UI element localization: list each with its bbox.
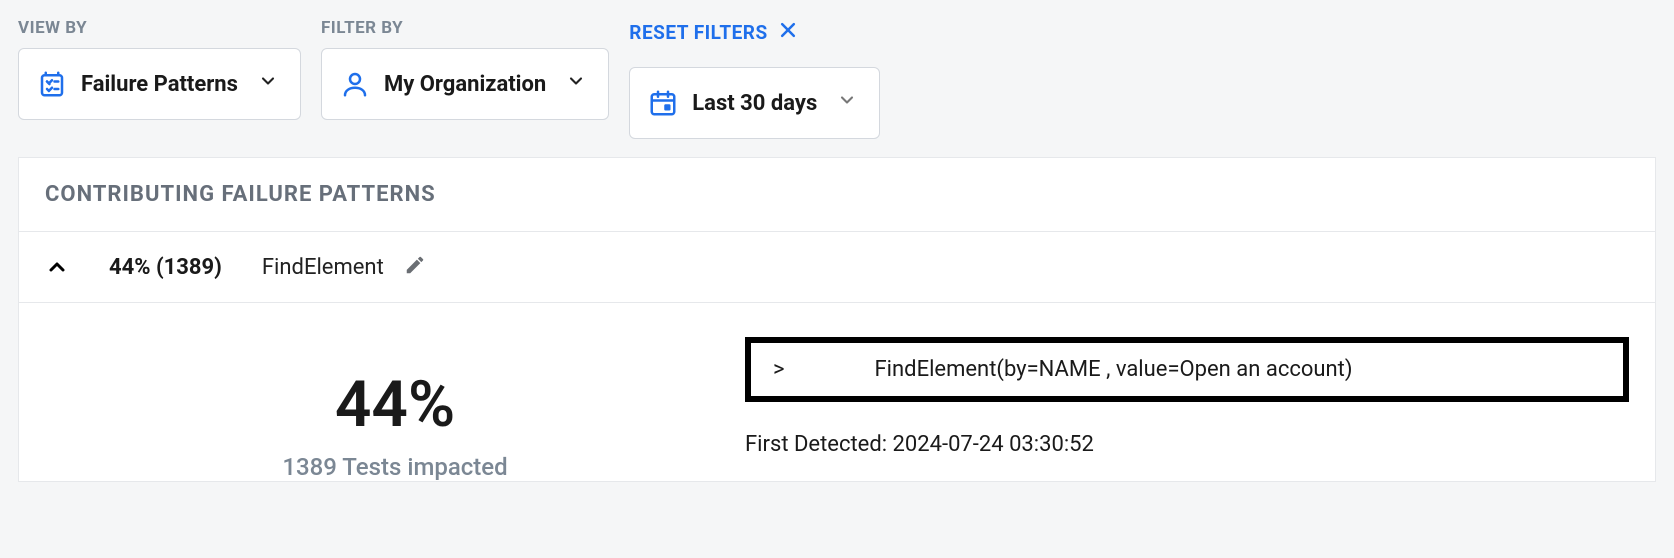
reset-filters-button[interactable]: RESET FILTERS [629, 20, 880, 45]
view-by-dropdown[interactable]: Failure Patterns [18, 48, 301, 120]
view-by-value: Failure Patterns [81, 72, 238, 97]
organization-icon [340, 69, 370, 99]
filter-by-label: FILTER BY [321, 18, 609, 38]
code-box: > FindElement(by=NAME , value=Open an ac… [745, 337, 1629, 402]
code-text: FindElement(by=NAME , value=Open an acco… [875, 357, 1353, 382]
filter-by-value: My Organization [384, 72, 546, 97]
chevron-up-icon[interactable] [45, 255, 69, 279]
calendar-icon [648, 88, 678, 118]
chevron-down-icon [258, 71, 278, 97]
first-detected-label: First Detected: [745, 432, 887, 457]
detail-percent: 44% [335, 373, 455, 437]
reset-filters-label: RESET FILTERS [629, 21, 767, 44]
filter-by-dropdown[interactable]: My Organization [321, 48, 609, 120]
close-icon [778, 20, 798, 45]
pattern-row[interactable]: 44% (1389) FindElement [19, 232, 1655, 303]
tests-impacted: 1389 Tests impacted [282, 453, 507, 481]
chevron-down-icon [566, 71, 586, 97]
view-by-label: VIEW BY [18, 18, 301, 38]
report-icon [37, 69, 67, 99]
date-range-value: Last 30 days [692, 91, 817, 116]
chevron-down-icon [837, 90, 857, 116]
panel-title: CONTRIBUTING FAILURE PATTERNS [45, 182, 1629, 207]
first-detected: First Detected: 2024-07-24 03:30:52 [745, 432, 1629, 457]
failure-patterns-panel: CONTRIBUTING FAILURE PATTERNS 44% (1389)… [18, 157, 1656, 482]
pattern-name: FindElement [262, 255, 384, 280]
edit-icon[interactable] [404, 254, 426, 280]
code-prompt: > [773, 357, 785, 382]
date-range-dropdown[interactable]: Last 30 days [629, 67, 880, 139]
first-detected-value: 2024-07-24 03:30:52 [893, 432, 1094, 457]
pattern-stat: 44% (1389) [109, 255, 222, 280]
